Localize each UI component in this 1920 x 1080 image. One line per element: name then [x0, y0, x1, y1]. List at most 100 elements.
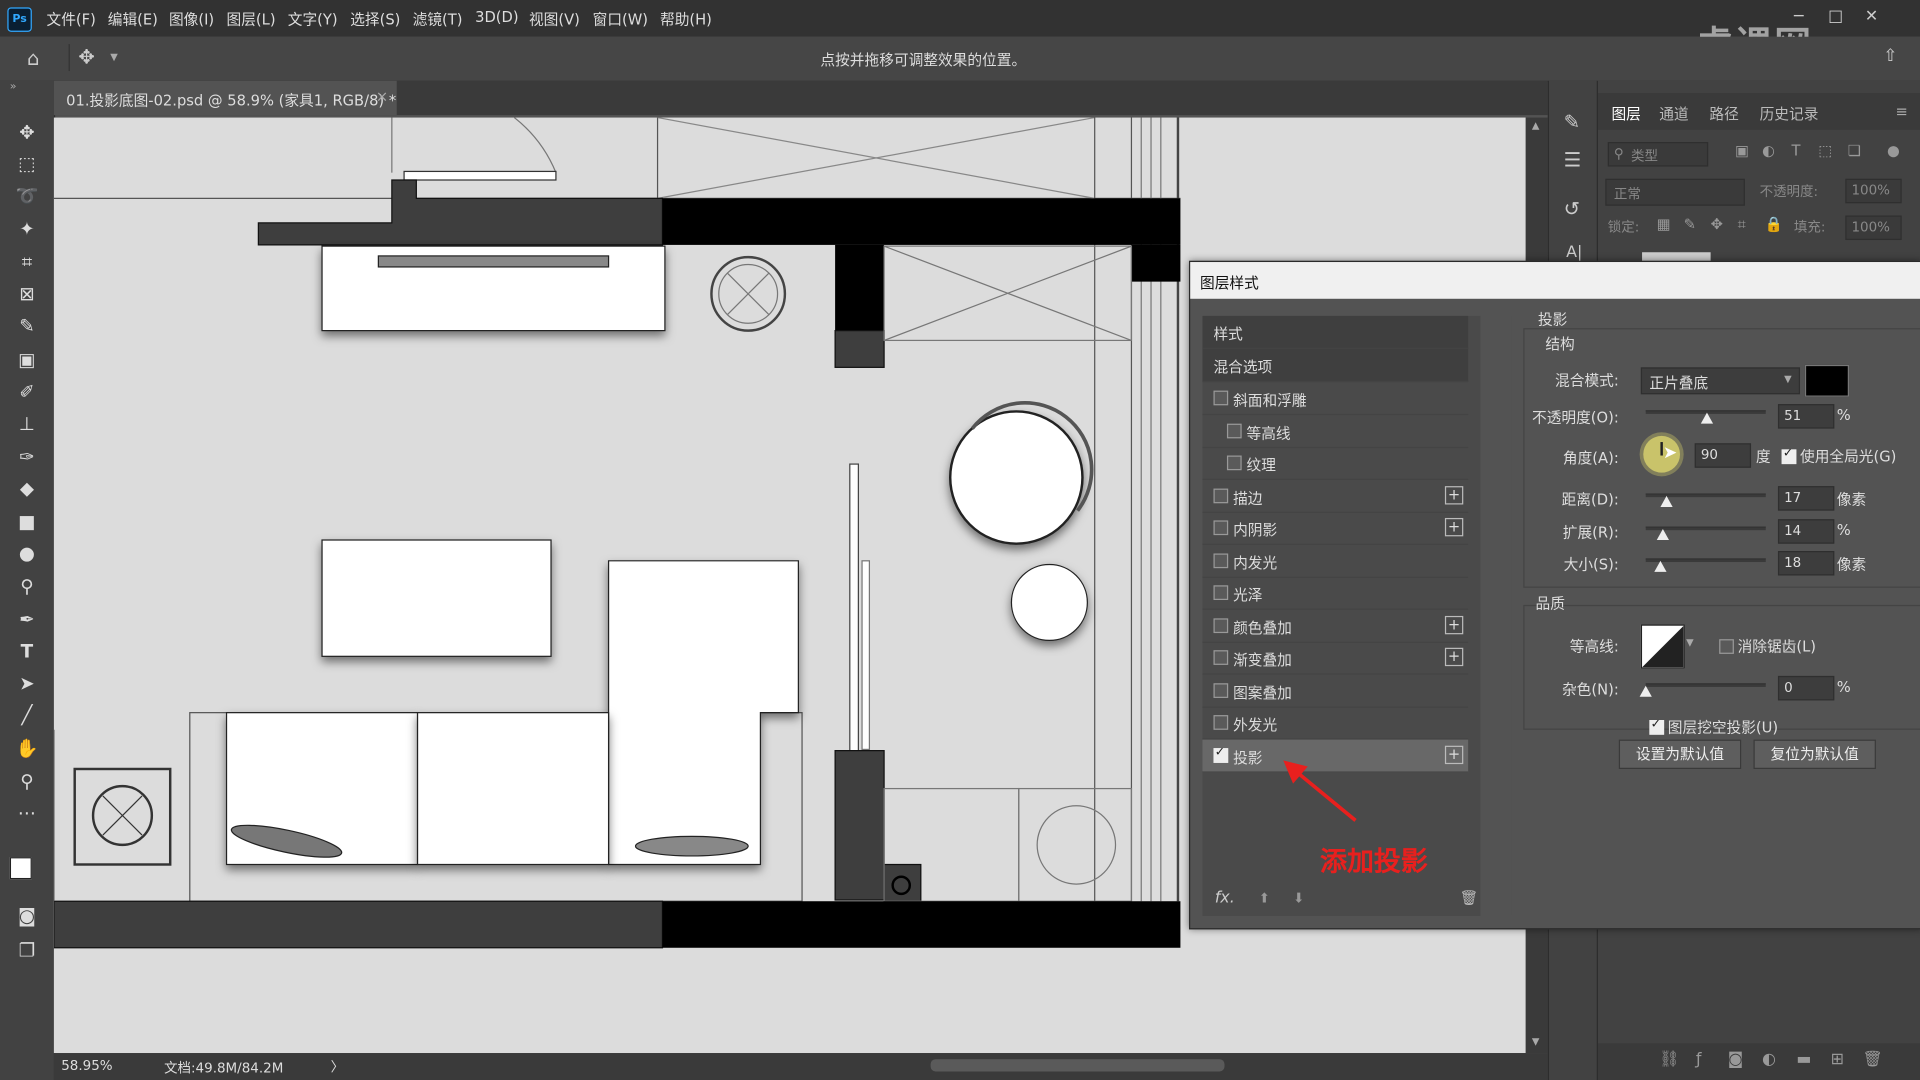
noise-slider[interactable]: [1645, 683, 1766, 687]
opacity-input[interactable]: 51: [1777, 404, 1835, 429]
style-item[interactable]: 斜面和浮雕: [1202, 382, 1469, 416]
style-item[interactable]: 内发光: [1202, 544, 1469, 578]
opacity-slider-knob[interactable]: [1700, 412, 1714, 424]
document-tab[interactable]: 01.投影底图-02.psd @ 58.9% (家具1, RGB/8) * ×: [53, 80, 397, 116]
character-icon[interactable]: A|: [1566, 244, 1582, 262]
adjustment-layer-icon[interactable]: ◐: [1762, 1051, 1776, 1069]
line-icon[interactable]: ╱: [15, 703, 39, 727]
menu-help[interactable]: 帮助(H): [660, 9, 712, 30]
filter-type-icon[interactable]: T: [1791, 142, 1800, 159]
maximize-icon[interactable]: □: [1828, 7, 1843, 25]
style-item[interactable]: 等高线: [1202, 414, 1469, 448]
tab-channels[interactable]: 通道: [1659, 103, 1688, 124]
frame-icon[interactable]: ⊠: [15, 282, 39, 306]
horizontal-scrollbar-thumb[interactable]: [930, 1059, 1225, 1072]
screen-mode-icon[interactable]: ❐: [15, 938, 39, 962]
fx-menu-icon[interactable]: fx.: [1215, 889, 1235, 907]
move-down-icon[interactable]: ⬇: [1293, 890, 1304, 906]
menu-3d[interactable]: 3D(D): [475, 9, 518, 26]
filter-pixel-icon[interactable]: ▣: [1735, 142, 1749, 159]
link-icon[interactable]: ⛓: [1659, 1051, 1679, 1069]
spread-slider-knob[interactable]: [1656, 528, 1669, 541]
tab-layers[interactable]: 图层: [1611, 103, 1640, 124]
path-select-icon[interactable]: ➤: [15, 671, 39, 695]
fx-icon[interactable]: ƒ: [1696, 1051, 1702, 1069]
style-item-checkbox[interactable]: [1213, 715, 1229, 730]
scroll-up-icon[interactable]: ▲: [1532, 120, 1540, 131]
folder-icon[interactable]: ▬: [1796, 1051, 1811, 1069]
menu-image[interactable]: 图像(I): [169, 9, 214, 30]
type-icon[interactable]: T: [15, 639, 39, 663]
lasso-icon[interactable]: ➰: [15, 184, 39, 208]
zoom-icon[interactable]: ⚲: [15, 769, 39, 793]
set-default-button[interactable]: 设置为默认值: [1618, 739, 1742, 769]
lock-artboard-icon[interactable]: ⌗: [1738, 216, 1746, 234]
lock-all-icon[interactable]: 🔒: [1765, 216, 1783, 233]
size-input[interactable]: 18: [1777, 551, 1835, 576]
lock-brush-icon[interactable]: ✎: [1684, 216, 1696, 233]
style-item-checkbox[interactable]: [1226, 455, 1242, 471]
foreground-color-swatch[interactable]: [9, 857, 32, 880]
style-item[interactable]: 外发光: [1202, 707, 1469, 740]
gradient-icon[interactable]: ■: [15, 509, 39, 533]
style-item-checkbox[interactable]: [1213, 390, 1229, 406]
move-up-icon[interactable]: ⬆: [1259, 890, 1270, 906]
share-icon[interactable]: ⇧: [1883, 47, 1897, 67]
styles-header[interactable]: 样式: [1202, 315, 1469, 349]
panel-menu-icon[interactable]: ≡: [1896, 103, 1908, 120]
dodge-icon[interactable]: ⚲: [15, 574, 39, 598]
contour-chevron-icon[interactable]: ▼: [1686, 637, 1694, 648]
add-style-instance-icon[interactable]: +: [1444, 615, 1464, 634]
hand-icon[interactable]: ✋: [15, 736, 39, 760]
lock-pixels-icon[interactable]: ▦: [1657, 216, 1671, 233]
filter-adjust-icon[interactable]: ◐: [1762, 142, 1775, 159]
global-light-checkbox[interactable]: [1781, 447, 1797, 465]
tab-paths[interactable]: 路径: [1709, 103, 1738, 124]
noise-input[interactable]: 0: [1777, 675, 1835, 701]
style-item[interactable]: 内阴影 +: [1202, 512, 1469, 545]
zoom-level[interactable]: 58.95%: [61, 1058, 112, 1074]
add-style-instance-icon[interactable]: +: [1444, 745, 1464, 764]
history-icon[interactable]: ↺: [1564, 197, 1580, 220]
lock-position-icon[interactable]: ✥: [1711, 216, 1723, 233]
style-item-checkbox[interactable]: [1213, 552, 1229, 568]
mask-icon[interactable]: ◙: [1728, 1051, 1743, 1069]
blur-icon[interactable]: ●: [15, 541, 39, 565]
style-item-checkbox[interactable]: [1213, 585, 1229, 601]
new-layer-icon[interactable]: ⊞: [1831, 1051, 1844, 1069]
brush-icon[interactable]: ✐: [15, 380, 39, 404]
distance-input[interactable]: 17: [1777, 486, 1835, 511]
menu-window[interactable]: 窗口(W): [593, 9, 648, 30]
filter-shape-icon[interactable]: ⬚: [1818, 142, 1832, 159]
healing-icon[interactable]: ▣: [15, 348, 39, 372]
style-item-checkbox[interactable]: [1213, 617, 1229, 633]
eraser-icon[interactable]: ◆: [15, 476, 39, 500]
eyedropper-icon[interactable]: ✎: [15, 313, 39, 337]
status-arrow-icon[interactable]: 〉: [331, 1057, 344, 1077]
move-tool-icon[interactable]: ✥: [78, 45, 94, 68]
quick-mask-icon[interactable]: ◙: [15, 904, 39, 928]
pen-icon[interactable]: ✒: [15, 607, 39, 631]
blend-mode-select[interactable]: 正常: [1605, 178, 1745, 206]
reset-default-button[interactable]: 复位为默认值: [1753, 739, 1876, 769]
adjustments-icon[interactable]: ☰: [1564, 148, 1582, 171]
style-item-checkbox[interactable]: [1213, 682, 1229, 698]
filter-toggle-icon[interactable]: ●: [1887, 142, 1900, 159]
move-icon[interactable]: ✥: [15, 120, 39, 144]
menu-layer[interactable]: 图层(L): [227, 9, 276, 30]
crop-icon[interactable]: ⌗: [15, 250, 39, 274]
angle-input[interactable]: 90: [1694, 443, 1752, 468]
stamp-icon[interactable]: ⊥: [15, 411, 39, 435]
layer-filter-select[interactable]: ⚲ 类型: [1607, 142, 1709, 167]
opacity-field[interactable]: 100%: [1845, 178, 1902, 204]
add-style-instance-icon[interactable]: +: [1444, 647, 1464, 667]
fill-field[interactable]: 100%: [1845, 215, 1902, 241]
tab-close-icon[interactable]: ×: [376, 88, 388, 105]
noise-slider-knob[interactable]: [1639, 685, 1652, 697]
spread-input[interactable]: 14: [1777, 519, 1835, 544]
scroll-down-icon[interactable]: ▼: [1532, 1036, 1540, 1047]
menu-type[interactable]: 文字(Y): [288, 9, 338, 30]
chevron-down-icon[interactable]: ▼: [110, 51, 118, 62]
add-style-instance-icon[interactable]: +: [1444, 517, 1464, 537]
style-item[interactable]: 图案叠加: [1202, 674, 1469, 708]
